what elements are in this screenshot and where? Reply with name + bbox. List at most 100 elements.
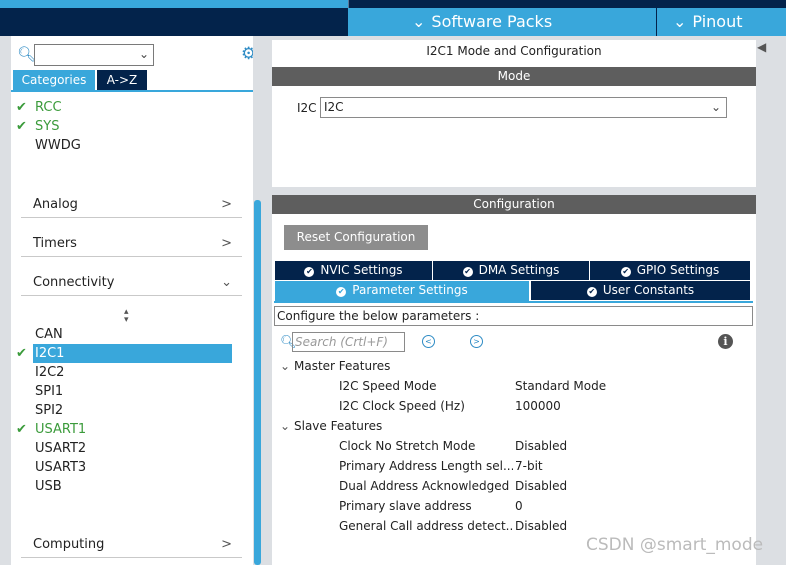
previous-match-icon[interactable]: < — [422, 335, 435, 348]
list-item-wwdg[interactable]: WWDG — [35, 136, 81, 155]
chevron-down-icon[interactable]: ⌄ — [711, 98, 721, 117]
param-row[interactable]: I2C Speed Mode Standard Mode — [339, 376, 739, 396]
configuration-panel: Configuration Reset Configuration ✔ NVIC … — [272, 195, 756, 565]
tab-gpio-settings[interactable]: ✔ GPIO Settings — [590, 261, 750, 280]
category-timers[interactable]: Timers > — [21, 225, 242, 257]
chevron-down-icon: ⌄ — [221, 275, 232, 290]
list-item-usart3[interactable]: USART3 — [35, 458, 86, 477]
tab-user-constants[interactable]: ✔ User Constants — [531, 281, 750, 300]
check-icon: ✔ — [16, 346, 27, 361]
group-master-features[interactable]: ⌄ Master Features — [280, 356, 390, 376]
check-circle-icon: ✔ — [620, 267, 631, 277]
category-analog[interactable]: Analog > — [21, 186, 242, 218]
scrollbar-thumb[interactable] — [254, 200, 261, 565]
collapse-arrow-icon[interactable]: ◀ — [757, 40, 766, 54]
i2c-mode-value: I2C — [324, 100, 344, 114]
list-item-i2c2[interactable]: I2C2 — [35, 363, 64, 382]
info-icon[interactable]: i — [718, 334, 733, 349]
tab-categories[interactable]: Categories — [13, 70, 95, 90]
param-row[interactable]: Primary Address Length sel... 7-bit — [339, 456, 739, 476]
list-item-label: SPI1 — [35, 384, 64, 399]
param-value[interactable]: 100000 — [515, 396, 561, 416]
configuration-header: Configuration — [272, 195, 756, 214]
param-value[interactable]: Disabled — [515, 516, 567, 536]
category-label: Timers — [33, 236, 77, 251]
tab-underline — [274, 301, 753, 303]
tab-nvic-settings[interactable]: ✔ NVIC Settings — [275, 261, 432, 280]
category-label: Connectivity — [33, 275, 115, 290]
list-item-spi1[interactable]: SPI1 — [35, 382, 63, 401]
list-item-label: USB — [35, 479, 62, 494]
group-label: Master Features — [294, 359, 391, 373]
param-row[interactable]: Primary slave address 0 — [339, 496, 739, 516]
list-item-can[interactable]: CAN — [35, 325, 63, 344]
list-item-label: SYS — [35, 119, 60, 134]
reset-configuration-button[interactable]: Reset Configuration — [284, 225, 428, 250]
param-row[interactable]: I2C Clock Speed (Hz) 100000 — [339, 396, 739, 416]
category-label: Computing — [33, 537, 105, 552]
tab-project-manager-strip[interactable] — [348, 0, 786, 8]
chevron-down-icon: ⌄ — [280, 359, 291, 373]
list-item-usb[interactable]: USB — [35, 477, 62, 496]
param-name: Primary Address Length sel... — [339, 459, 513, 473]
param-name: I2C Speed Mode — [339, 379, 437, 393]
category-connectivity[interactable]: Connectivity ⌄ — [21, 264, 242, 296]
search-input[interactable]: ⌄ — [34, 44, 154, 66]
group-slave-features[interactable]: ⌄ Slave Features — [280, 416, 382, 436]
pinout-menu[interactable]: ⌄ Pinout — [657, 8, 786, 36]
mode-panel: I2C1 Mode and Configuration Mode I2C I2C… — [272, 40, 756, 187]
mode-header: Mode — [272, 67, 756, 86]
tab-parameter-settings[interactable]: ✔ Parameter Settings — [275, 281, 529, 301]
tab-label: Parameter Settings — [352, 283, 468, 297]
next-match-icon[interactable]: > — [470, 335, 483, 348]
param-row[interactable]: General Call address detect... Disabled — [339, 516, 739, 536]
list-item-sys[interactable]: ✔ SYS — [16, 117, 60, 136]
panel-title: I2C1 Mode and Configuration — [426, 44, 602, 58]
list-item-label: WWDG — [35, 138, 81, 153]
pinout-label: Pinout — [692, 12, 743, 31]
param-name: Dual Address Acknowledged — [339, 479, 510, 493]
param-value[interactable]: Disabled — [515, 436, 567, 456]
tab-configuration-strip[interactable] — [0, 0, 348, 8]
parameter-search-input[interactable]: Search (Crtl+F) — [292, 332, 405, 352]
param-row[interactable]: Clock No Stretch Mode Disabled — [339, 436, 739, 456]
param-name: General Call address detect... — [339, 519, 513, 533]
chevron-down-icon: ⌄ — [280, 419, 291, 433]
list-item-label: USART3 — [35, 460, 87, 475]
param-value[interactable]: 0 — [515, 496, 523, 516]
param-value[interactable]: Disabled — [515, 476, 567, 496]
chevron-down-icon[interactable]: ⌄ — [139, 47, 149, 61]
list-item-label: I2C2 — [35, 365, 65, 380]
category-label: Analog — [33, 197, 78, 212]
list-item-label: SPI2 — [35, 403, 64, 418]
tab-a-to-z[interactable]: A->Z — [97, 70, 147, 90]
chevron-down-icon: ⌄ — [412, 12, 426, 31]
tab-underline — [11, 90, 264, 92]
list-item-label: I2C1 — [35, 346, 65, 361]
i2c-mode-select[interactable]: I2C ⌄ — [320, 97, 727, 118]
check-circle-icon: ✔ — [304, 267, 315, 277]
top-toolbar: ⌄ Software Packs ⌄ Pinout — [0, 0, 786, 36]
list-item-i2c1[interactable]: ✔ I2C1 — [16, 344, 65, 363]
list-item-usart1[interactable]: ✔ USART1 — [16, 420, 86, 439]
category-computing[interactable]: Computing > — [21, 526, 242, 558]
list-item-rcc[interactable]: ✔ RCC — [16, 98, 62, 117]
list-item-usart2[interactable]: USART2 — [35, 439, 86, 458]
list-item-spi2[interactable]: SPI2 — [35, 401, 63, 420]
param-row[interactable]: Dual Address Acknowledged Disabled — [339, 476, 739, 496]
right-collapse-strip[interactable]: ◀ — [757, 36, 786, 565]
sort-icon[interactable]: ▴ ▾ — [124, 308, 129, 325]
tab-label: DMA Settings — [478, 263, 560, 277]
search-row: 🔍︎ ⌄ ⚙ — [11, 40, 264, 66]
param-value[interactable]: 7-bit — [515, 456, 543, 476]
software-packs-menu[interactable]: ⌄ Software Packs — [348, 8, 656, 36]
param-name: Primary slave address — [339, 499, 472, 513]
tab-label: GPIO Settings — [636, 263, 720, 277]
check-circle-icon: ✔ — [462, 267, 473, 277]
param-value[interactable]: Standard Mode — [515, 376, 606, 396]
view-tabs: Categories A->Z — [13, 70, 147, 90]
check-circle-icon: ✔ — [586, 287, 597, 297]
param-name: Clock No Stretch Mode — [339, 439, 476, 453]
tab-dma-settings[interactable]: ✔ DMA Settings — [433, 261, 589, 280]
i2c-label: I2C — [297, 101, 317, 115]
